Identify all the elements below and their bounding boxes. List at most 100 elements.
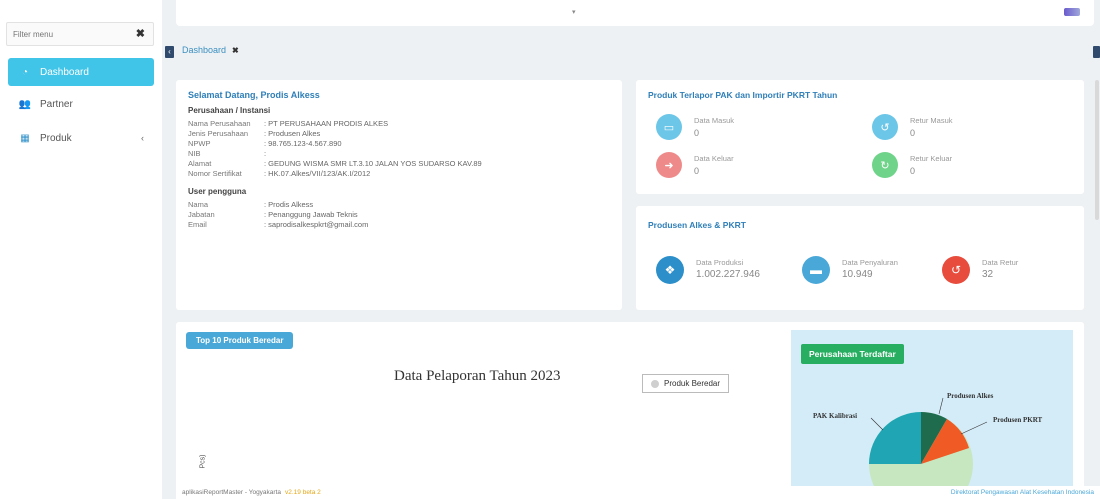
stat-label: Retur Masuk — [910, 116, 953, 125]
company-row: NPWP: 98.765.123-4.567.890 — [188, 139, 610, 148]
produk-terlapor-card: Produk Terlapor PAK dan Importir PKRT Ta… — [636, 80, 1084, 194]
stat-label: Retur Keluar — [910, 154, 953, 163]
footer: aplikasiReportMaster - Yogyakarta v2.19 … — [176, 486, 1100, 499]
company-row: Nama Perusahaan : PT PERUSAHAAN PRODIS AL… — [188, 119, 610, 128]
row-value: : Produsen Alkes — [264, 129, 321, 138]
stat-label: Data Produksi — [696, 258, 744, 267]
sign-out-icon: ➜ — [656, 152, 682, 178]
filter-menu-box: ✖ — [6, 22, 154, 46]
row-key: Nama — [188, 200, 209, 209]
row-key: Nomor Sertifikat — [188, 169, 242, 178]
row-key: Jabatan — [188, 210, 215, 219]
company-row: Alamat : GEDUNG WISMA SMR LT.3.10 JALAN Y… — [188, 159, 610, 168]
inbox-icon: ▭ — [656, 114, 682, 140]
undo-icon: ↺ — [872, 114, 898, 140]
chart-card: Top 10 Produk Beredar Data Pelaporan Tah… — [176, 322, 1084, 492]
stat-value: 0 — [910, 166, 916, 176]
row-key: Jenis Perusahaan — [188, 129, 249, 138]
perusahaan-terdaftar-panel: Perusahaan Terdaftar Produsen Alkes Prod… — [791, 330, 1073, 492]
stat-value: 0 — [694, 128, 700, 138]
sidebar-item-dashboard[interactable]: ◔ Dashboard — [8, 58, 154, 86]
stat-retur-masuk: ↺ Retur Masuk 0 — [872, 114, 953, 140]
sidebar-item-label: Produk — [40, 132, 72, 144]
top-bar: ▾ — [176, 0, 1094, 26]
welcome-card: Selamat Datang, Prodis Alkess Perusahaan… — [176, 80, 622, 310]
card-title: Produsen Alkes & PKRT — [648, 220, 746, 230]
sidebar-item-partner[interactable]: 👥 Partner — [8, 90, 154, 118]
sidebar-item-label: Dashboard — [40, 66, 89, 78]
top-produk-pill: Top 10 Produk Beredar — [186, 332, 294, 349]
stat-data-produksi: ❖ Data Produksi 1.002.227.946 — [656, 256, 760, 284]
stat-data-penyaluran: ▬ Data Penyaluran 10.949 — [802, 256, 898, 284]
pie-label-produsen-alkes: Produsen Alkes — [947, 392, 994, 400]
tab-scroll-left-button[interactable]: ‹ — [165, 46, 174, 58]
tab-scroll-right-button[interactable] — [1093, 46, 1100, 58]
sidebar-item-produk[interactable]: ▦ Produk ‹ — [8, 124, 154, 152]
footer-org-link[interactable]: Direktorat Pengawasan Alat Kesehatan Ind… — [951, 489, 1094, 496]
stat-label: Data Retur — [982, 258, 1019, 267]
footer-version: v2.19 beta 2 — [285, 489, 321, 496]
pie-slice-pak-kalibrasi — [869, 412, 921, 464]
card-title: Produk Terlapor PAK dan Importir PKRT Ta… — [648, 90, 838, 100]
row-value: : GEDUNG WISMA SMR LT.3.10 JALAN YOS SUD… — [264, 159, 482, 168]
user-row: Nama : Prodis Alkess — [188, 200, 610, 209]
stat-label: Data Keluar — [694, 154, 734, 163]
stat-value: 0 — [910, 128, 916, 138]
stat-data-keluar: ➜ Data Keluar 0 — [656, 152, 734, 178]
company-section-header: Perusahaan / Instansi — [188, 106, 271, 115]
row-key: Alamat — [188, 159, 212, 168]
grid-icon: ▦ — [20, 132, 30, 144]
undo-icon: ↺ — [942, 256, 970, 284]
produsen-card: Produsen Alkes & PKRT ❖ Data Produksi 1.0… — [636, 206, 1084, 310]
user-section-header: User pengguna — [188, 187, 247, 196]
stat-label: Data Penyaluran — [842, 258, 898, 267]
sidebar-item-label: Partner — [40, 98, 73, 110]
stat-value: 0 — [694, 166, 700, 176]
page-scrollbar[interactable] — [1095, 80, 1099, 220]
chart-title: Data Pelaporan Tahun 2023 — [394, 368, 561, 384]
sidebar: ✖ ◔ Dashboard 👥 Partner ▦ Produk ‹ — [0, 0, 162, 499]
stat-value: 10.949 — [842, 269, 873, 280]
user-row: Email : saprodisalkespkrt@gmail.com — [188, 220, 610, 229]
chevron-left-icon: ‹ — [141, 133, 144, 143]
legend-swatch — [651, 379, 659, 388]
avatar[interactable] — [1064, 8, 1080, 16]
stat-retur-keluar: ↻ Retur Keluar 0 — [872, 152, 952, 178]
company-row: Nomor Sertifikat : HK.07.Alkes/VII/123/AK… — [188, 169, 610, 178]
cubes-icon: ❖ — [656, 256, 684, 284]
row-key: NPWP — [188, 139, 211, 148]
footer-app-text: aplikasiReportMaster - Yogyakarta — [182, 489, 281, 496]
row-value: : HK.07.Alkes/VII/123/AK.I/2012 — [264, 169, 371, 178]
company-row: Jenis Perusahaan : Produsen Alkes — [188, 129, 610, 138]
row-value: : Prodis Alkess — [264, 200, 314, 209]
row-value: : — [264, 149, 267, 158]
stat-label: Data Masuk — [694, 116, 735, 125]
row-value: : Penanggung Jawab Teknis — [264, 210, 358, 219]
stat-value: 32 — [982, 269, 994, 280]
tab-dashboard[interactable]: Dashboard ✖ — [182, 45, 239, 55]
redo-icon: ↻ — [872, 152, 898, 178]
row-key: NIB — [188, 149, 201, 158]
tab-label: Dashboard — [182, 45, 227, 55]
truck-icon: ▬ — [802, 256, 830, 284]
company-row: NIB: — [188, 149, 610, 158]
row-key: Nama Perusahaan — [188, 119, 251, 128]
tab-close-icon[interactable]: ✖ — [232, 46, 239, 55]
row-value: : PT PERUSAHAAN PRODIS ALKES — [264, 119, 389, 128]
company-pie-chart — [869, 397, 988, 492]
pie-label-produsen-pkrt: Produsen PKRT — [993, 416, 1043, 424]
caret-down-icon[interactable]: ▾ — [572, 8, 576, 16]
legend-label: Produk Beredar — [664, 379, 721, 388]
stat-data-masuk: ▭ Data Masuk 0 — [656, 114, 734, 140]
row-value: : saprodisalkespkrt@gmail.com — [264, 220, 369, 229]
chart-legend[interactable]: Produk Beredar — [642, 374, 730, 393]
stat-value: 1.002.227.946 — [696, 269, 760, 280]
clear-filter-icon[interactable]: ✖ — [136, 27, 145, 40]
filter-menu-input[interactable] — [7, 23, 127, 45]
y-axis-label: Pcs) — [199, 454, 207, 469]
welcome-title: Selamat Datang, Prodis Alkess — [188, 90, 320, 100]
row-key: Email — [188, 220, 207, 229]
dashboard-icon: ◔ — [21, 66, 29, 78]
users-icon: 👥 — [18, 98, 32, 110]
stat-data-retur: ↺ Data Retur 32 — [942, 256, 1018, 284]
